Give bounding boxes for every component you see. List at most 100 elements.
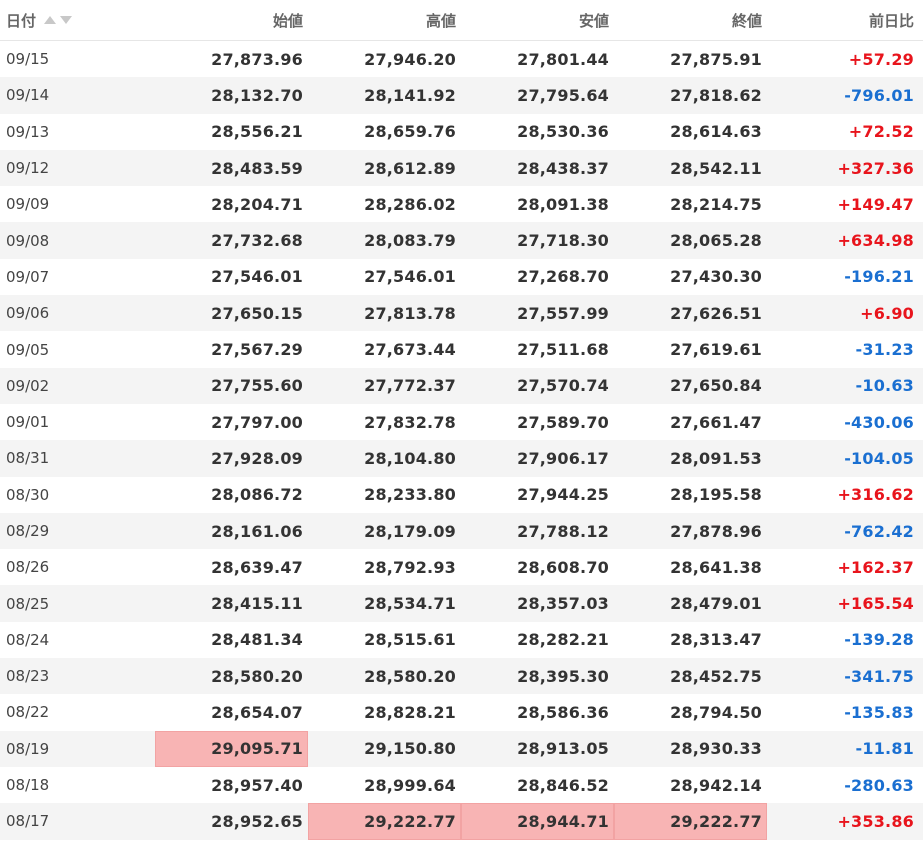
date-value: 08/30 — [6, 485, 50, 504]
close-cell: 28,195.58 — [614, 477, 767, 513]
change-cell: +6.90 — [767, 295, 922, 331]
close-cell: 28,452.75 — [614, 658, 767, 694]
high-cell: 27,832.78 — [308, 404, 461, 440]
open-cell: 28,086.72 — [155, 477, 308, 513]
change-value: +634.98 — [837, 231, 914, 251]
low-value: 28,530.36 — [517, 122, 609, 142]
change-cell: +316.62 — [767, 477, 922, 513]
low-cell: 27,589.70 — [461, 404, 614, 440]
close-value: 27,661.47 — [670, 412, 762, 432]
high-value: 28,828.21 — [364, 702, 456, 722]
high-cell: 28,286.02 — [308, 186, 461, 222]
table-row: 09/14 28,132.70 28,141.92 27,795.64 27,818.6… — [0, 77, 923, 114]
table-row: 09/09 28,204.71 28,286.02 28,091.38 28,214.7… — [0, 186, 923, 223]
close-cell: 27,661.47 — [614, 404, 767, 440]
close-cell: 27,626.51 — [614, 295, 767, 331]
date-cell: 08/26 — [0, 549, 155, 585]
date-value: 08/22 — [6, 703, 50, 722]
date-cell: 08/31 — [0, 440, 155, 476]
high-value: 28,612.89 — [364, 158, 456, 178]
low-cell: 27,944.25 — [461, 477, 614, 513]
close-cell: 28,794.50 — [614, 694, 767, 730]
date-value: 09/01 — [6, 413, 50, 432]
change-value: -341.75 — [844, 666, 914, 686]
change-cell: -341.75 — [767, 658, 922, 694]
date-cell: 09/12 — [0, 150, 155, 186]
change-cell: -31.23 — [767, 331, 922, 367]
high-cell: 28,999.64 — [308, 767, 461, 803]
close-value: 28,195.58 — [670, 485, 762, 505]
low-cell: 27,268.70 — [461, 259, 614, 295]
date-value: 09/12 — [6, 159, 50, 178]
high-value: 28,233.80 — [364, 485, 456, 505]
change-cell: +165.54 — [767, 585, 922, 621]
date-value: 08/31 — [6, 449, 50, 468]
sort-descending-icon[interactable] — [60, 16, 73, 24]
price-history-table: 日付 始値 高値 安値 終値 前日比 09/15 27,873.96 27,946.… — [0, 0, 923, 840]
date-cell: 08/17 — [0, 803, 155, 839]
open-cell: 27,755.60 — [155, 368, 308, 404]
date-value: 09/02 — [6, 376, 50, 395]
open-value: 28,204.71 — [211, 194, 303, 214]
date-cell: 09/09 — [0, 186, 155, 222]
low-cell: 27,801.44 — [461, 41, 614, 77]
open-cell: 28,556.21 — [155, 114, 308, 150]
date-value: 08/23 — [6, 667, 50, 686]
date-value: 08/24 — [6, 630, 50, 649]
open-cell: 28,957.40 — [155, 767, 308, 803]
low-cell: 28,091.38 — [461, 186, 614, 222]
date-cell: 09/06 — [0, 295, 155, 331]
open-cell: 27,567.29 — [155, 331, 308, 367]
close-cell: 28,542.11 — [614, 150, 767, 186]
sort-ascending-icon[interactable] — [44, 16, 57, 24]
high-value: 29,150.80 — [364, 739, 456, 759]
change-value: -796.01 — [844, 85, 914, 105]
change-cell: -796.01 — [767, 77, 922, 113]
open-value: 28,415.11 — [211, 594, 303, 614]
date-cell: 08/18 — [0, 767, 155, 803]
open-value: 28,556.21 — [211, 122, 303, 142]
low-value: 27,557.99 — [517, 303, 609, 323]
high-cell: 28,659.76 — [308, 114, 461, 150]
low-cell: 27,906.17 — [461, 440, 614, 476]
high-cell: 28,141.92 — [308, 77, 461, 113]
low-value: 28,608.70 — [517, 557, 609, 577]
high-cell: 28,179.09 — [308, 513, 461, 549]
low-cell: 28,944.71 — [461, 803, 614, 840]
date-value: 09/15 — [6, 50, 50, 69]
low-value: 27,906.17 — [517, 448, 609, 468]
table-row: 09/02 27,755.60 27,772.37 27,570.74 27,650.8… — [0, 367, 923, 404]
low-value: 27,511.68 — [517, 340, 609, 360]
change-cell: -762.42 — [767, 513, 922, 549]
low-cell: 28,395.30 — [461, 658, 614, 694]
low-cell: 28,357.03 — [461, 585, 614, 621]
table-row: 08/23 28,580.20 28,580.20 28,395.30 28,452.7… — [0, 658, 923, 695]
sort-controls[interactable] — [44, 16, 73, 24]
change-cell: -10.63 — [767, 368, 922, 404]
change-value: -430.06 — [844, 412, 914, 432]
change-cell: -139.28 — [767, 622, 922, 658]
header-date-label: 日付 — [6, 11, 37, 30]
high-cell: 28,792.93 — [308, 549, 461, 585]
date-value: 09/13 — [6, 122, 50, 141]
close-cell: 27,818.62 — [614, 77, 767, 113]
high-value: 28,534.71 — [364, 594, 456, 614]
low-value: 28,846.52 — [517, 775, 609, 795]
open-cell: 28,132.70 — [155, 77, 308, 113]
close-cell: 27,619.61 — [614, 331, 767, 367]
close-value: 28,091.53 — [670, 448, 762, 468]
date-cell: 08/25 — [0, 585, 155, 621]
date-cell: 08/23 — [0, 658, 155, 694]
high-cell: 29,222.77 — [308, 803, 461, 840]
date-value: 09/07 — [6, 267, 50, 286]
close-value: 27,875.91 — [670, 49, 762, 69]
open-cell: 28,483.59 — [155, 150, 308, 186]
header-date-cell[interactable]: 日付 — [0, 10, 155, 31]
low-cell: 27,570.74 — [461, 368, 614, 404]
high-value: 28,141.92 — [364, 85, 456, 105]
change-value: +165.54 — [837, 594, 914, 614]
close-cell: 27,875.91 — [614, 41, 767, 77]
high-cell: 28,580.20 — [308, 658, 461, 694]
high-value: 27,546.01 — [364, 267, 456, 287]
date-value: 08/26 — [6, 558, 50, 577]
